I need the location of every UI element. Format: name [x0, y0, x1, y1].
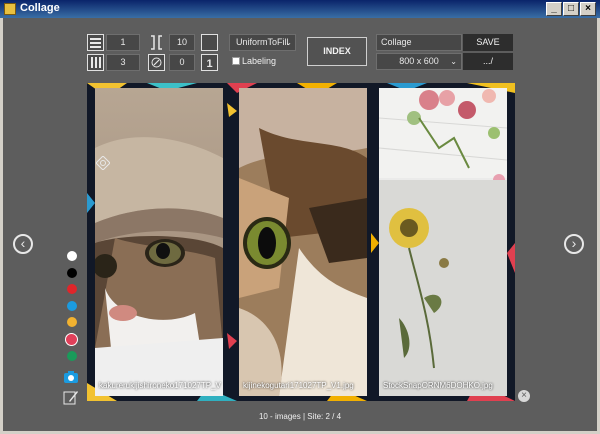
collage-canvas[interactable]: kakurerukijishironeko171027TP_V kijineko… — [87, 83, 515, 401]
edit-image-icon[interactable] — [63, 389, 79, 405]
one-to-one-icon[interactable]: 1 — [201, 54, 218, 71]
labeling-checkbox[interactable] — [232, 57, 240, 65]
next-page-button[interactable]: › — [564, 234, 584, 254]
collage-photo-1[interactable]: kakurerukijishironeko171027TP_V — [95, 88, 223, 396]
photo-caption: kakurerukijishironeko171027TP_V — [99, 381, 221, 390]
main-area: 1 10 UniformToFill ⌄ INDEX Collage SAVE … — [3, 18, 597, 431]
spacing-field[interactable]: 10 — [169, 34, 195, 51]
photo-caption: kijinekogutari171027TP_V1.jpg — [243, 381, 354, 390]
rows-layout-icon[interactable] — [87, 34, 104, 51]
size-select[interactable]: 800 x 600 ⌄ — [376, 53, 462, 70]
photo-caption: StockSnapORNM6DOHKO.jpg — [383, 381, 493, 390]
title-input[interactable]: Collage — [376, 34, 462, 51]
color-swatch-red[interactable] — [67, 284, 77, 294]
app-icon — [4, 3, 16, 15]
remove-photo-icon[interactable]: × — [518, 390, 530, 402]
size-value: 800 x 600 — [399, 56, 439, 66]
color-swatch-yellow[interactable] — [67, 317, 77, 327]
kitten-closeup-image — [239, 88, 367, 396]
collage-photo-3[interactable]: StockSnapORNM6DOHKO.jpg — [379, 88, 507, 396]
title-bar: Collage _ □ × — [0, 0, 600, 18]
close-window-button[interactable]: × — [580, 2, 596, 16]
camera-icon[interactable] — [63, 370, 79, 384]
status-bar: 10 - images | Site: 2 / 4 — [258, 412, 342, 421]
chevron-down-icon: ⌄ — [450, 57, 457, 66]
fit-mode-select[interactable]: UniformToFill ⌄ — [229, 34, 296, 51]
labeling-label: Labeling — [242, 56, 277, 66]
save-button[interactable]: SAVE — [463, 34, 513, 51]
previous-page-button[interactable]: ‹ — [13, 234, 33, 254]
svg-text:1: 1 — [207, 58, 213, 70]
kitten-hat-image — [95, 88, 223, 396]
move-handle-icon[interactable] — [95, 155, 111, 171]
maximize-button[interactable]: □ — [563, 2, 579, 16]
columns-layout-icon[interactable] — [87, 54, 104, 71]
color-swatch-white[interactable] — [67, 251, 77, 261]
path-button[interactable]: .../ — [463, 53, 513, 70]
chevron-down-icon: ⌄ — [285, 38, 292, 47]
columns-field[interactable]: 1 — [106, 34, 140, 51]
color-swatch-black[interactable] — [67, 268, 77, 278]
spacing-icon — [148, 34, 165, 51]
color-swatch-green[interactable] — [67, 351, 77, 361]
minimize-button[interactable]: _ — [546, 2, 562, 16]
rows-field[interactable]: 3 — [106, 54, 140, 71]
color-swatch-pink-selected[interactable] — [65, 333, 78, 346]
collage-photo-2[interactable]: kijinekogutari171027TP_V1.jpg — [239, 88, 367, 396]
index-button[interactable]: INDEX — [307, 37, 367, 66]
border-color-icon[interactable] — [201, 34, 218, 51]
flowers-image — [379, 88, 507, 396]
window-title: Collage — [20, 2, 60, 14]
rotation-icon[interactable] — [148, 54, 165, 71]
rotation-field[interactable]: 0 — [169, 54, 195, 71]
fit-mode-value: UniformToFill — [236, 37, 289, 47]
color-swatch-blue[interactable] — [67, 301, 77, 311]
